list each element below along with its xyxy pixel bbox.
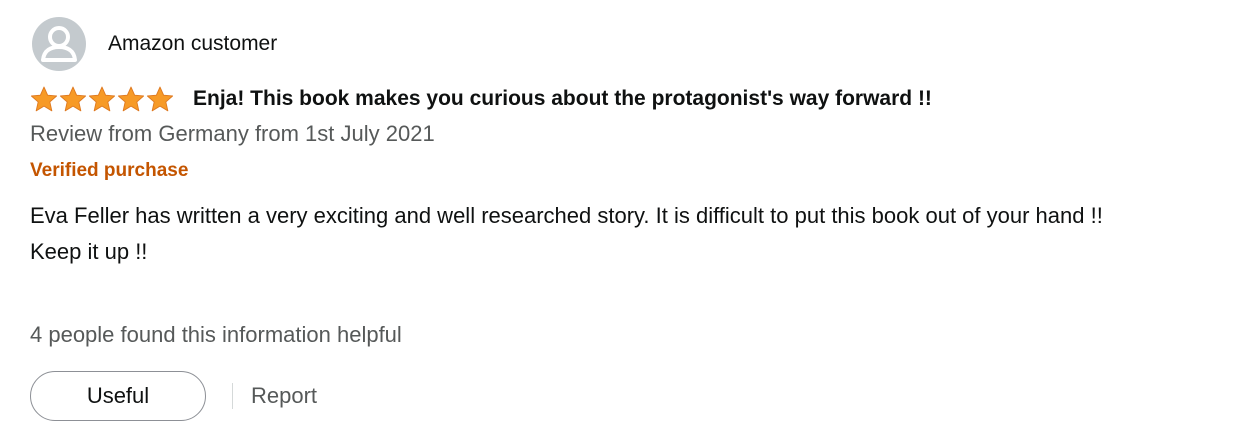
star-icon — [117, 86, 145, 113]
star-rating[interactable] — [30, 86, 174, 113]
star-icon — [88, 86, 116, 113]
reviewer-name: Amazon customer — [108, 32, 278, 55]
star-icon — [146, 86, 174, 113]
useful-button[interactable]: Useful — [30, 371, 206, 421]
review-title-row: Enja! This book makes you curious about … — [30, 82, 932, 116]
review-date: Review from Germany from 1st July 2021 — [30, 121, 435, 146]
customer-review: Amazon customer Enja! This book makes yo… — [0, 0, 1234, 441]
helpful-count: 4 people found this information helpful — [30, 322, 402, 347]
reviewer-profile[interactable]: Amazon customer — [32, 16, 277, 72]
review-title[interactable]: Enja! This book makes you curious about … — [193, 87, 932, 111]
star-icon — [30, 86, 58, 113]
review-actions: Useful Report — [30, 369, 317, 423]
user-avatar-icon — [32, 17, 86, 71]
review-body: Eva Feller has written a very exciting a… — [30, 198, 1210, 270]
star-icon — [59, 86, 87, 113]
action-divider — [232, 383, 233, 409]
report-link[interactable]: Report — [251, 383, 317, 409]
verified-purchase-badge[interactable]: Verified purchase — [30, 160, 188, 182]
review-body-line: Keep it up !! — [30, 239, 148, 264]
review-body-line: Eva Feller has written a very exciting a… — [30, 203, 1103, 228]
